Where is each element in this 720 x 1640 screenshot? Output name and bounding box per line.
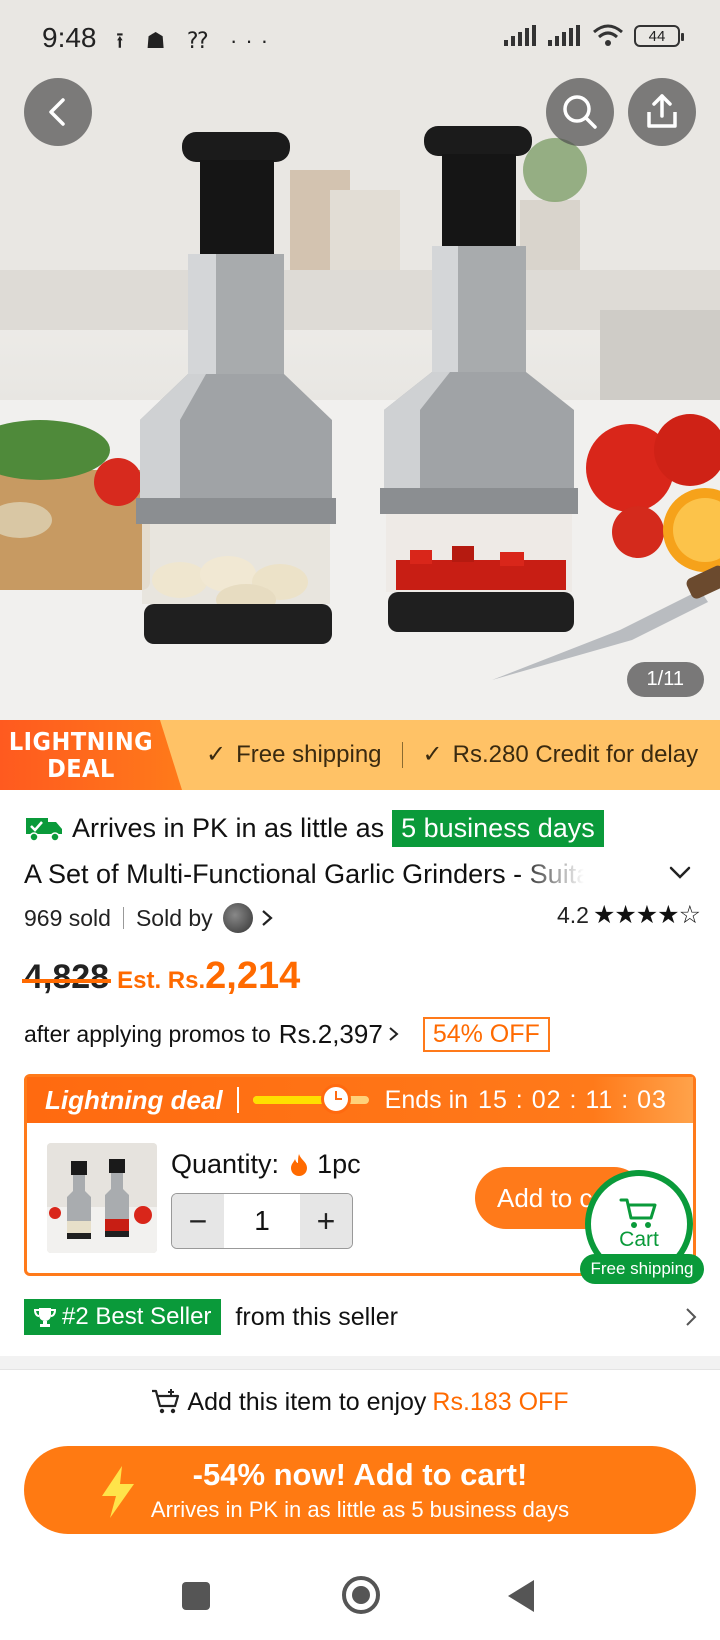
promo-price: Rs.2,397	[278, 1018, 383, 1049]
check-icon: ✓	[422, 741, 443, 768]
best-seller-from: from this seller	[235, 1302, 398, 1331]
price-row: 4,828 Est. Rs. 2,214	[21, 955, 301, 1005]
chevron-right-icon[interactable]	[259, 908, 275, 928]
lightning-deal-title: Lightning deal	[45, 1084, 223, 1115]
sale-price: 2,214	[205, 955, 301, 997]
status-time: 9:48	[42, 22, 97, 53]
chevron-right-icon[interactable]	[684, 1306, 698, 1328]
delay-credit-text: Rs.280 Credit for delay	[452, 740, 699, 768]
cta-sub-text: Arrives in PK in as little as 5 business…	[150, 1497, 570, 1522]
increase-button[interactable]: +	[300, 1194, 352, 1248]
lightning-deal-header: Lightning deal Ends in 15 : 02 : 11 : 03	[27, 1077, 693, 1123]
home-icon[interactable]	[342, 1576, 380, 1614]
best-seller-badge: #2 Best Seller	[24, 1299, 222, 1335]
decrease-button[interactable]: −	[172, 1194, 224, 1248]
notification-icons: ⭱ ☗ ⁇ ···	[116, 28, 277, 53]
discount-badge: 54% OFF	[422, 1016, 550, 1052]
back-button[interactable]	[24, 78, 92, 146]
fire-icon	[291, 1153, 308, 1176]
product-image-gallery[interactable]: 9:48 ⭱ ☗ ⁇ ··· 44 1/11	[0, 0, 720, 720]
truck-icon	[26, 818, 62, 842]
chevron-down-icon[interactable]	[668, 860, 692, 884]
search-icon	[563, 95, 597, 129]
est-label: Est. Rs.	[117, 967, 206, 994]
enjoy-amount: Rs.183 OFF	[432, 1387, 569, 1416]
rating[interactable]: 4.2 ★★★★☆	[556, 900, 701, 930]
trophy-icon	[34, 1308, 56, 1327]
deal-banner: LIGHTNING DEAL ✓ Free shipping ✓ Rs.280 …	[0, 720, 720, 790]
quantity-unit-text: 1pc	[317, 1149, 361, 1179]
sold-by-label: Sold by	[135, 904, 213, 931]
quantity-value[interactable]: 1	[224, 1194, 300, 1248]
promo-row[interactable]: after applying promos to Rs.2,397 54% OF…	[24, 1014, 550, 1054]
flag-line1: LIGHTNING	[8, 727, 154, 756]
status-right: 44	[504, 24, 684, 48]
promo-text: after applying promos to	[24, 1020, 271, 1047]
flag-line2: DEAL	[47, 754, 115, 783]
clock-icon	[321, 1084, 352, 1114]
divider	[401, 741, 403, 768]
lightning-bolt-icon	[102, 1466, 134, 1518]
star-rating-icons: ★★★★☆	[592, 901, 701, 929]
signal-icon-2	[548, 25, 580, 46]
sold-count: 969 sold	[24, 904, 111, 931]
quantity-label: Quantity:	[171, 1149, 280, 1179]
divider	[236, 1087, 239, 1113]
best-seller-row[interactable]: #2 Best Seller from this seller	[24, 1298, 704, 1336]
recent-apps-icon[interactable]	[182, 1582, 210, 1610]
battery-icon: 44	[634, 25, 684, 47]
arrives-text: Arrives in PK in as little as	[72, 812, 385, 843]
system-nav-bar	[0, 1550, 720, 1640]
cart-label: Cart	[619, 1228, 659, 1251]
best-seller-text: #2 Best Seller	[62, 1303, 212, 1330]
sales-seller-row: 969 sold Sold by 4.2 ★★★★☆	[24, 900, 701, 936]
signal-icon	[504, 25, 536, 46]
thumbnail-image	[47, 1143, 157, 1253]
cta-main-text: -54% now! Add to cart!	[192, 1457, 528, 1492]
seller-avatar[interactable]	[222, 903, 253, 933]
section-divider	[0, 1356, 720, 1370]
enjoy-discount-row: Add this item to enjoy Rs.183 OFF	[0, 1382, 720, 1422]
image-counter: 1/11	[626, 662, 704, 697]
lightning-deal-flag: LIGHTNING DEAL	[0, 720, 182, 790]
share-icon	[647, 94, 677, 128]
divider	[122, 907, 124, 929]
deal-progress-bar	[252, 1084, 369, 1114]
ends-in-label: Ends in	[384, 1085, 469, 1114]
product-thumbnail	[47, 1143, 157, 1253]
quantity-stepper[interactable]: − 1 +	[171, 1193, 353, 1249]
rating-value: 4.2	[556, 901, 589, 928]
product-title-row[interactable]: A Set of Multi-Functional Garlic Grinder…	[24, 854, 700, 894]
delivery-estimate: Arrives in PK in as little as 5 business…	[24, 806, 604, 850]
nav-back-icon[interactable]	[508, 1580, 534, 1612]
quantity-label-row: Quantity: 1pc	[171, 1149, 361, 1180]
chevron-right-icon	[389, 1027, 399, 1041]
status-bar: 9:48 ⭱ ☗ ⁇ ··· 44	[0, 0, 720, 80]
check-icon: ✓	[206, 741, 227, 768]
cart-plus-icon	[152, 1389, 180, 1414]
search-button[interactable]	[546, 78, 614, 146]
deal-benefits: ✓ Free shipping ✓ Rs.280 Credit for dela…	[206, 740, 698, 769]
product-title: A Set of Multi-Functional Garlic Grinder…	[24, 858, 584, 889]
countdown-timer: 15 : 02 : 11 : 03	[478, 1085, 667, 1114]
quantity-unit: 1pc	[289, 1149, 361, 1180]
business-days-badge: 5 business days	[392, 809, 604, 847]
back-icon	[49, 98, 65, 126]
free-shipping-text: Free shipping	[236, 740, 382, 768]
add-to-cart-cta[interactable]: -54% now! Add to cart! Arrives in PK in …	[24, 1446, 696, 1534]
enjoy-text: Add this item to enjoy	[187, 1387, 427, 1416]
cart-free-shipping-badge: Free shipping	[580, 1254, 704, 1284]
original-price: 4,828	[21, 958, 112, 996]
cart-icon	[619, 1198, 657, 1228]
share-button[interactable]	[628, 78, 696, 146]
wifi-icon	[593, 24, 623, 46]
